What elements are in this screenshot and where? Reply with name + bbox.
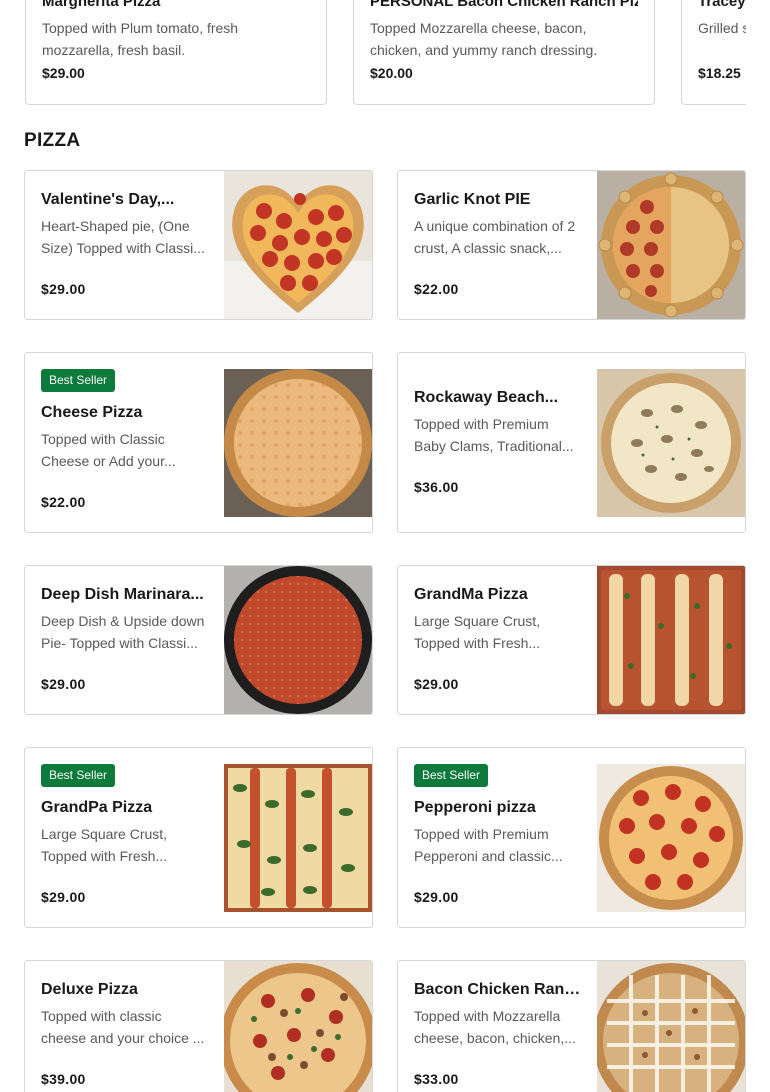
item-photo-deluxe-pizza (224, 961, 372, 1092)
item-name: Garlic Knot PIE (414, 191, 531, 208)
item-photo-grandma-pizza (597, 566, 745, 714)
item-photo-clam-pizza (597, 369, 745, 517)
item-description: Topped with Mozzarella cheese, bacon, ch… (414, 1008, 576, 1046)
featured-item-card[interactable]: Margherita Pizza Topped with Plum tomato… (25, 0, 327, 105)
item-photo-garlic-knot-pizza (597, 171, 745, 319)
item-name: Deluxe Pizza (41, 981, 138, 998)
featured-item-desc: Topped Mozzarella cheese, bacon, chicken… (370, 20, 598, 58)
item-name: Valentine's Day,... (41, 191, 175, 208)
item-description: Large Square Crust, Topped with Fresh... (414, 613, 541, 651)
featured-item-card[interactable]: PERSONAL Bacon Chicken Ranch Pizza Toppe… (353, 0, 655, 105)
item-description: Topped with Premium Pepperoni and classi… (414, 826, 563, 864)
menu-item-card[interactable]: Best Seller GrandPa Pizza Large Square C… (24, 747, 373, 928)
item-photo-grandpa-pizza (224, 764, 372, 912)
menu-item-card[interactable]: Deluxe Pizza Topped with classic cheese … (24, 960, 373, 1092)
item-description: Heart-Shaped pie, (One Size) Topped with… (41, 218, 205, 256)
menu-item-card[interactable]: Garlic Knot PIE A unique combination of … (397, 170, 746, 320)
menu-page: Margherita Pizza Topped with Plum tomato… (0, 0, 770, 1092)
item-price: $22.00 (414, 281, 459, 297)
menu-item-card[interactable]: Best Seller Cheese Pizza Topped with Cla… (24, 352, 373, 533)
menu-item-card[interactable]: Rockaway Beach... Topped with Premium Ba… (397, 352, 746, 533)
item-photo-pepperoni-pizza (597, 764, 745, 912)
menu-item-card[interactable]: Deep Dish Marinara... Deep Dish & Upside… (24, 565, 373, 715)
item-name: GrandPa Pizza (41, 799, 153, 816)
item-price: $33.00 (414, 1071, 459, 1087)
section-title: PIZZA (24, 130, 81, 151)
menu-item-card[interactable]: Best Seller Pepperoni pizza Topped with … (397, 747, 746, 928)
featured-item-price: $20.00 (370, 65, 413, 81)
item-price: $36.00 (414, 479, 459, 495)
item-price: $29.00 (414, 889, 459, 905)
item-price: $29.00 (41, 676, 86, 692)
featured-item-name: Margherita Pizza (42, 0, 161, 10)
best-seller-badge: Best Seller (41, 369, 116, 392)
item-name: GrandMa Pizza (414, 586, 528, 603)
featured-item-card[interactable]: Tracey's Grilled s served c $18.25 (681, 0, 746, 105)
item-price: $39.00 (41, 1071, 86, 1087)
item-description: Topped with classic cheese and your choi… (41, 1008, 205, 1046)
menu-item-card[interactable]: Valentine's Day,... Heart-Shaped pie, (O… (24, 170, 373, 320)
best-seller-badge: Best Seller (41, 764, 116, 787)
featured-item-name: Tracey's (698, 0, 746, 10)
item-description: Topped with Classic Cheese or Add your..… (41, 431, 176, 469)
item-description: Deep Dish & Upside down Pie- Topped with… (41, 613, 205, 651)
featured-item-price: $18.25 (698, 65, 741, 81)
item-price: $29.00 (41, 889, 86, 905)
item-price: $29.00 (41, 281, 86, 297)
item-description: Topped with Premium Baby Clams, Traditio… (414, 416, 574, 454)
item-name: Cheese Pizza (41, 404, 143, 421)
item-description: Large Square Crust, Topped with Fresh... (41, 826, 168, 864)
item-description: A unique combination of 2 crust, A class… (414, 218, 576, 256)
item-name: Deep Dish Marinara... (41, 586, 204, 603)
featured-carousel: Margherita Pizza Topped with Plum tomato… (25, 0, 746, 105)
item-price: $22.00 (41, 494, 86, 510)
item-name: Bacon Chicken Ranc... (414, 981, 582, 998)
item-photo-bacon-chicken-ranch-pizza (597, 961, 745, 1092)
item-name: Rockaway Beach... (414, 389, 559, 406)
item-photo-deep-dish-pizza (224, 566, 372, 714)
item-price: $29.00 (414, 676, 459, 692)
best-seller-badge: Best Seller (414, 764, 489, 787)
featured-item-price: $29.00 (42, 65, 85, 81)
item-photo-cheese-pizza (224, 369, 372, 517)
featured-item-name: PERSONAL Bacon Chicken Ranch Pizza (370, 0, 638, 10)
menu-item-card[interactable]: Bacon Chicken Ranc... Topped with Mozzar… (397, 960, 746, 1092)
menu-item-card[interactable]: GrandMa Pizza Large Square Crust, Topped… (397, 565, 746, 715)
item-photo-heart-pizza (224, 171, 372, 319)
item-name: Pepperoni pizza (414, 799, 536, 816)
featured-item-desc: Topped with Plum tomato, fresh mozzarell… (42, 20, 239, 58)
featured-item-desc: Grilled s served c (698, 20, 746, 36)
